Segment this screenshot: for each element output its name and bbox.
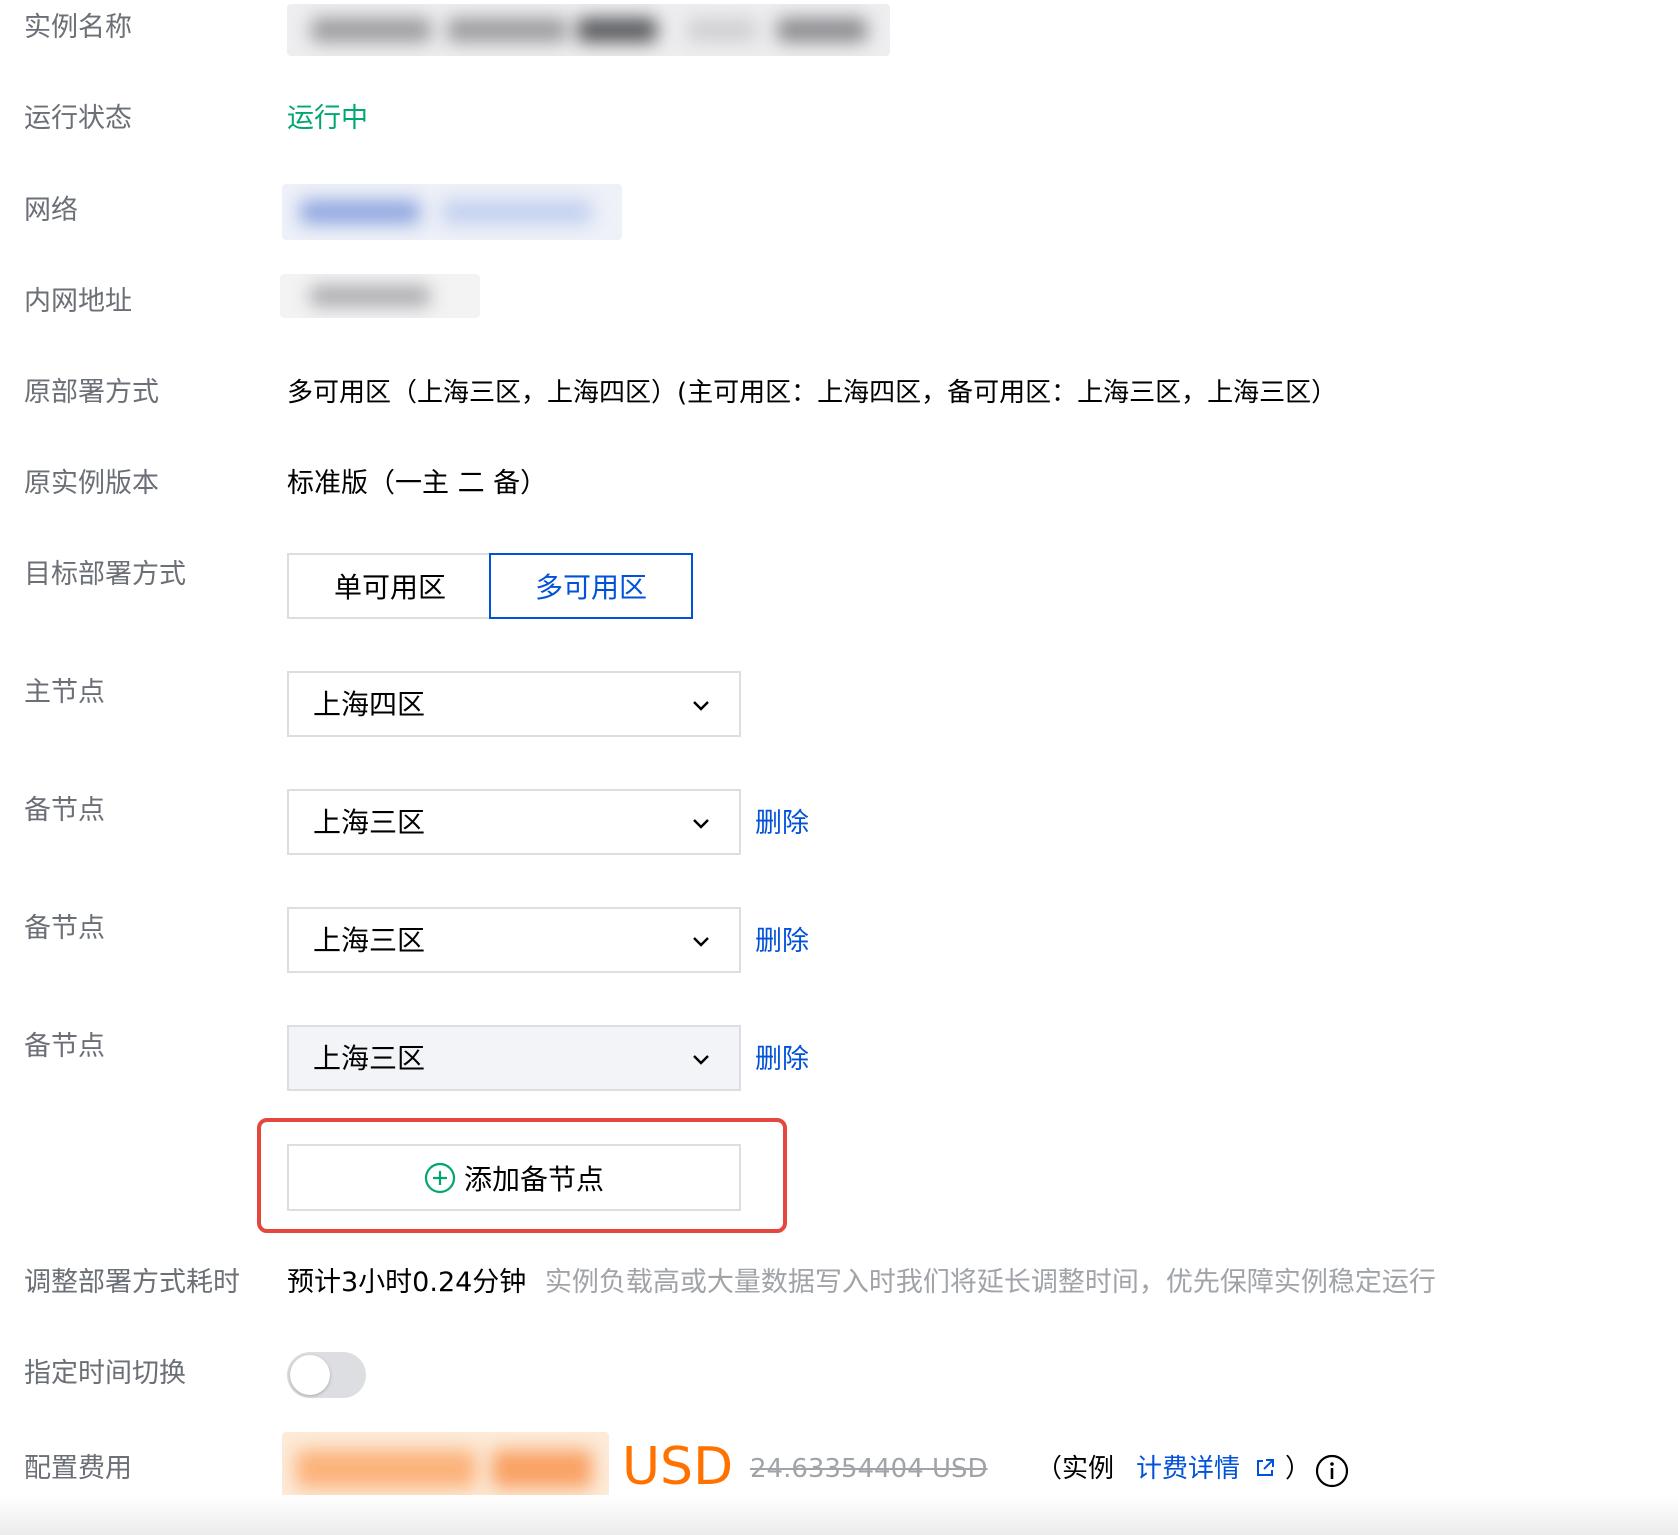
row-master-node: 主节点 上海四区 xyxy=(0,671,1678,737)
orig-deploy-value: 多可用区（上海三区，上海四区）(主可用区：上海四区，备可用区：上海三区，上海三区… xyxy=(287,378,1338,408)
network-label: 网络 xyxy=(24,195,78,226)
chevron-down-icon xyxy=(693,701,709,711)
private-ip-redacted xyxy=(280,274,480,318)
standby-node-selected-value: 上海三区 xyxy=(313,1042,426,1075)
master-node-label: 主节点 xyxy=(24,677,105,708)
external-link-icon xyxy=(1257,1459,1275,1476)
standby-node-selected-value: 上海三区 xyxy=(313,924,426,957)
info-icon[interactable] xyxy=(1315,1454,1349,1488)
toggle-knob xyxy=(290,1355,330,1395)
fee-note-prefix: （实例 xyxy=(1036,1454,1115,1484)
chevron-down-icon xyxy=(693,819,709,829)
row-standby-node: 备节点 上海三区 删除 xyxy=(0,907,1678,973)
standby-node-label: 备节点 xyxy=(24,795,105,826)
billing-detail-link[interactable]: 计费详情 xyxy=(1136,1451,1276,1487)
instance-name-label: 实例名称 xyxy=(24,12,132,43)
scheduled-switch-toggle[interactable] xyxy=(287,1352,366,1398)
private-ip-label: 内网地址 xyxy=(24,286,132,317)
adjust-time-estimate: 预计3小时0.24分钟 xyxy=(287,1267,527,1298)
fee-note-suffix: ） xyxy=(1285,1454,1312,1484)
standby-node-select[interactable]: 上海三区 xyxy=(287,907,741,973)
target-deploy-label: 目标部署方式 xyxy=(24,559,186,590)
delete-standby-link[interactable]: 删除 xyxy=(755,1042,809,1078)
config-fee-label: 配置费用 xyxy=(24,1453,132,1484)
orig-version-value: 标准版（一主 二 备） xyxy=(287,468,548,499)
add-standby-label: 添加备节点 xyxy=(463,1162,604,1196)
row-standby-node: 备节点 上海三区 删除 xyxy=(0,789,1678,855)
standby-node-select[interactable]: 上海三区 xyxy=(287,789,741,855)
deploy-option-single-az[interactable]: 单可用区 xyxy=(287,553,491,619)
standby-node-label: 备节点 xyxy=(24,913,105,944)
standby-node-label: 备节点 xyxy=(24,1031,105,1062)
network-redacted xyxy=(282,184,622,240)
deploy-option-multi-az[interactable]: 多可用区 xyxy=(489,553,693,619)
fee-currency: USD xyxy=(622,1437,734,1497)
billing-detail-label: 计费详情 xyxy=(1136,1454,1241,1484)
run-status-value: 运行中 xyxy=(287,103,368,134)
master-node-select[interactable]: 上海四区 xyxy=(287,671,741,737)
bottom-shadow xyxy=(0,1495,1678,1535)
adjust-time-hint: 实例负载高或大量数据写入时我们将延长调整时间，优先保障实例稳定运行 xyxy=(544,1267,1436,1298)
scheduled-switch-label: 指定时间切换 xyxy=(24,1358,186,1389)
row-standby-node: 备节点 上海三区 删除 xyxy=(0,1025,1678,1091)
add-standby-button[interactable]: 添加备节点 xyxy=(287,1144,741,1211)
run-status-label: 运行状态 xyxy=(24,103,132,134)
standby-node-select[interactable]: 上海三区 xyxy=(287,1025,741,1091)
instance-name-redacted xyxy=(287,4,890,56)
delete-standby-link[interactable]: 删除 xyxy=(755,806,809,842)
adjust-time-label: 调整部署方式耗时 xyxy=(24,1267,240,1298)
fee-original-price: 24.63354404 USD xyxy=(750,1454,988,1484)
chevron-down-icon xyxy=(693,1055,709,1065)
standby-node-selected-value: 上海三区 xyxy=(313,806,426,839)
chevron-down-icon xyxy=(693,937,709,947)
orig-version-label: 原实例版本 xyxy=(24,468,159,499)
row-target-deploy: 目标部署方式 单可用区 多可用区 xyxy=(0,553,1678,619)
adjust-time-value: 预计3小时0.24分钟 实例负载高或大量数据写入时我们将延长调整时间，优先保障实… xyxy=(287,1265,1436,1301)
delete-standby-link[interactable]: 删除 xyxy=(755,924,809,960)
plus-circle-icon xyxy=(424,1162,456,1193)
orig-deploy-label: 原部署方式 xyxy=(24,377,159,408)
master-node-selected-value: 上海四区 xyxy=(313,688,426,721)
